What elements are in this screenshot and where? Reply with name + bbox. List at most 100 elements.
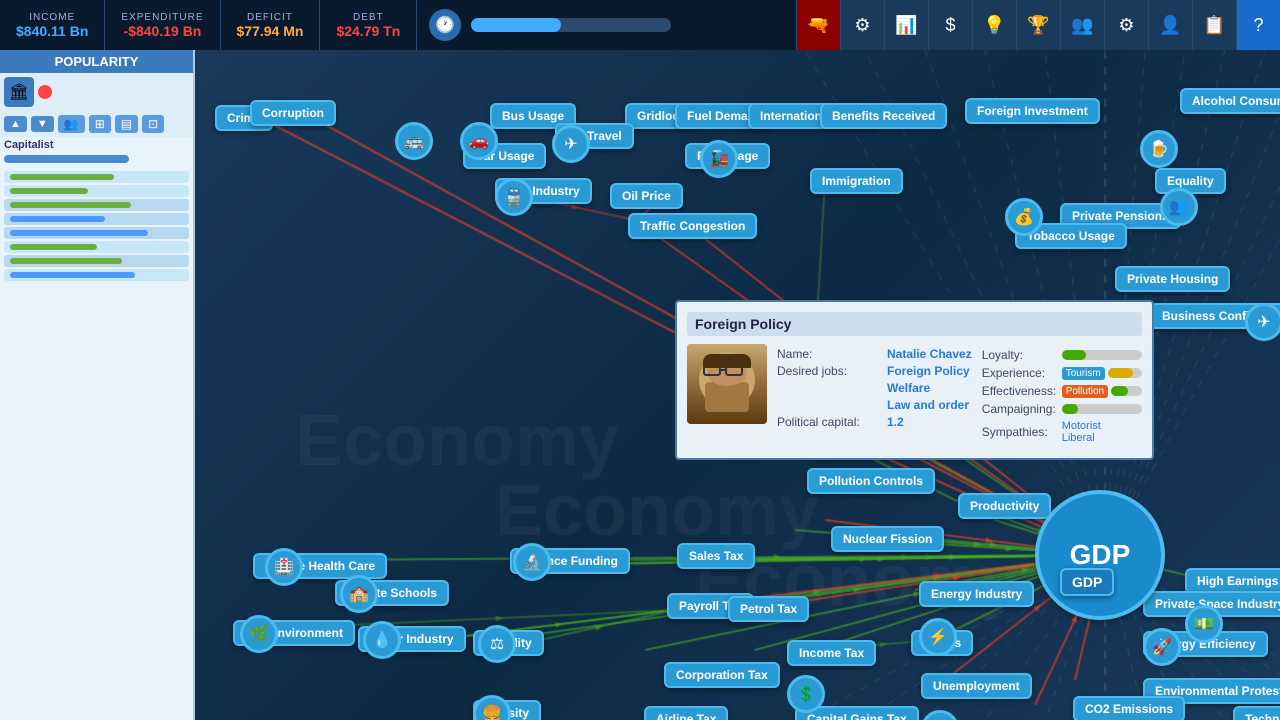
profile-btn[interactable]: 👤 (1148, 0, 1192, 50)
health-icon[interactable]: 🏥 (265, 548, 303, 586)
gdp-node[interactable]: GDP (1035, 490, 1165, 620)
car-icon[interactable]: 🚗 (460, 122, 498, 160)
avatar (687, 344, 767, 424)
deficit-value: $77.94 Mn (237, 23, 304, 39)
water-icon[interactable]: 💧 (363, 621, 401, 659)
watermark-economy2: Economy (495, 470, 819, 552)
alcohol-consumption-node[interactable]: Alcohol Consumption (1180, 88, 1280, 114)
desired-jobs-row2: Welfare (777, 381, 972, 395)
charts-btn[interactable]: 📊 (884, 0, 928, 50)
capitalist-bar (4, 155, 129, 163)
desired-jobs-val3: Law and order (887, 398, 969, 412)
community-btn[interactable]: 👥 (1060, 0, 1104, 50)
trophy-btn[interactable]: 🏆 (1016, 0, 1060, 50)
unemployment-icon[interactable]: 😴 (921, 710, 959, 720)
technology-node[interactable]: Technology (1233, 706, 1280, 720)
income-tax-icon[interactable]: 💲 (787, 675, 825, 713)
environment-icon[interactable]: 🌿 (240, 615, 278, 653)
stability-icon[interactable]: ⚖ (478, 625, 516, 663)
airline-tax-node[interactable]: Airline Tax (644, 706, 728, 720)
experience-row: Experience: Tourism (982, 366, 1142, 380)
science-icon[interactable]: 🔬 (513, 543, 551, 581)
traffic-congestion-node[interactable]: Traffic Congestion (628, 213, 757, 239)
income-value: $840.11 Bn (16, 23, 88, 39)
immigration-node[interactable]: Immigration (810, 168, 903, 194)
corruption-node[interactable]: Corruption (250, 100, 336, 126)
energy-icon[interactable]: ⚡ (919, 618, 957, 656)
ideas-btn[interactable]: 💡 (972, 0, 1016, 50)
sympathies-label: Sympathies: (982, 425, 1062, 439)
oil-price-node[interactable]: Oil Price (610, 183, 683, 209)
sidebar-controls: ▲ ▼ 👥 ⊞ ▤ ⊡ (0, 111, 193, 137)
income-label: INCOME (29, 12, 75, 23)
experience-fill (1108, 368, 1133, 378)
school-icon[interactable]: 🏫 (340, 575, 378, 613)
notes-btn[interactable]: 📋 (1192, 0, 1236, 50)
equality-icon[interactable]: 👥 (1160, 188, 1198, 226)
clock-icon[interactable]: 🕐 (429, 9, 461, 41)
obesity-icon[interactable]: 🍔 (473, 695, 511, 720)
equality-node[interactable]: Equality (1155, 168, 1226, 194)
benefits-received-node[interactable]: Benefits Received (820, 103, 947, 129)
money-btn[interactable]: $ (928, 0, 972, 50)
effectiveness-fill (1111, 386, 1128, 396)
progress-fill (471, 18, 561, 32)
sidebar-item-1[interactable] (4, 171, 189, 183)
down-btn[interactable]: ▼ (31, 116, 54, 132)
grid-icon-btn[interactable]: ⊞ (89, 115, 111, 133)
sidebar-item-6[interactable] (4, 241, 189, 253)
progress-bar (471, 18, 671, 32)
panel-stats: Loyalty: Experience: Tourism Effectivene… (982, 344, 1142, 448)
desired-jobs-key: Desired jobs: (777, 364, 887, 378)
up-btn[interactable]: ▲ (4, 116, 27, 132)
expenditure-label: EXPENDITURE (121, 12, 203, 23)
sidebar-item-2[interactable] (4, 185, 189, 197)
co2-node[interactable]: CO2 Emissions (1073, 696, 1185, 720)
campaigning-fill (1062, 404, 1078, 414)
sidebar-item-5[interactable] (4, 227, 189, 239)
loyalty-fill (1062, 350, 1086, 360)
energy-industry-node[interactable]: Energy Industry (919, 581, 1034, 607)
expenditure-value: -$840.19 Bn (124, 23, 202, 39)
settings-btn[interactable]: ⚙ (1104, 0, 1148, 50)
pension-icon[interactable]: 💰 (1005, 198, 1043, 236)
petrol-tax-node[interactable]: Petrol Tax (728, 596, 809, 622)
alert-dot (38, 85, 52, 99)
effectiveness-bar (1111, 386, 1142, 396)
nuclear-fission-node[interactable]: Nuclear Fission (831, 526, 944, 552)
people-btn[interactable]: ⚙ (840, 0, 884, 50)
political-capital-row: Political capital: 1.2 (777, 415, 972, 429)
unemployment-node[interactable]: Unemployment (921, 673, 1032, 699)
filter-icon-btn[interactable]: ▤ (115, 115, 138, 133)
rail-industry-icon[interactable]: 🚆 (495, 178, 533, 216)
income-stat: INCOME $840.11 Bn (0, 0, 105, 50)
map[interactable]: Economy Economy Economy Econ Crime Corru… (195, 50, 1280, 720)
weapons-btn[interactable]: 🔫 (796, 0, 840, 50)
sidebar-item-4[interactable] (4, 213, 189, 225)
plane-icon[interactable]: ✈ (552, 125, 590, 163)
gdp-label-node[interactable]: GDP (1060, 568, 1114, 596)
corporation-tax-node[interactable]: Corporation Tax (664, 662, 780, 688)
watermark-economy: Economy (295, 400, 619, 482)
political-capital-val: 1.2 (887, 415, 904, 429)
transport-icon[interactable]: 🚌 (395, 122, 433, 160)
high-earnings-icon[interactable]: 💵 (1185, 605, 1223, 643)
space-icon[interactable]: 🚀 (1143, 628, 1181, 666)
productivity-node[interactable]: Productivity (958, 493, 1051, 519)
campaigning-bar (1062, 404, 1142, 414)
help-btn[interactable]: ? (1236, 0, 1280, 50)
pollution-controls-node[interactable]: Pollution Controls (807, 468, 935, 494)
sales-tax-node[interactable]: Sales Tax (677, 543, 755, 569)
expand-icon-btn[interactable]: ⊡ (142, 115, 164, 133)
tourism-icon[interactable]: ✈ (1245, 303, 1280, 341)
income-tax-node[interactable]: Income Tax (787, 640, 876, 666)
foreign-investment-node[interactable]: Foreign Investment (965, 98, 1100, 124)
drink-icon[interactable]: 🍺 (1140, 130, 1178, 168)
people-icon-btn[interactable]: 👥 (58, 115, 85, 133)
sidebar-item-7[interactable] (4, 255, 189, 267)
desired-jobs-val1: Foreign Policy (887, 364, 970, 378)
private-housing-node[interactable]: Private Housing (1115, 266, 1230, 292)
train-icon[interactable]: 🚂 (700, 140, 738, 178)
sidebar-item-3[interactable] (4, 199, 189, 211)
sidebar-item-8[interactable] (4, 269, 189, 281)
